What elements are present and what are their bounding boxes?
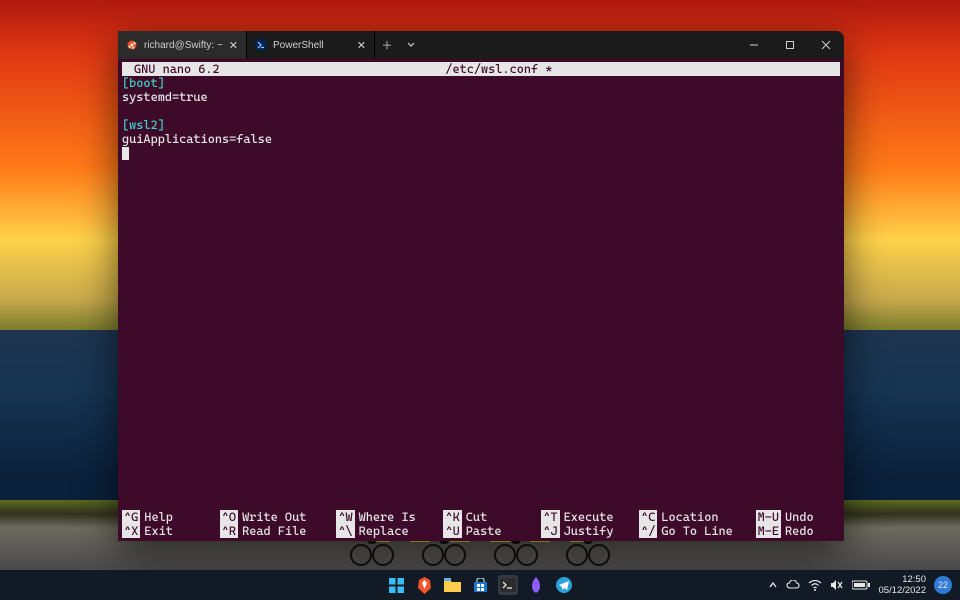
- tab-label: PowerShell: [273, 40, 324, 51]
- shortcut-replace: ^\Replace: [336, 524, 439, 538]
- close-button[interactable]: [808, 31, 844, 59]
- shortcut-paste: ^UPaste: [443, 524, 537, 538]
- battery-icon[interactable]: [852, 580, 870, 590]
- nano-editor[interactable]: [boot] systemd=true [wsl2] guiApplicatio…: [122, 76, 840, 510]
- volume-icon[interactable]: [830, 579, 844, 591]
- shortcut-gotoline: ^/Go To Line: [639, 524, 752, 538]
- shortcut-justify: ^JJustify: [541, 524, 635, 538]
- nano-filename: /etc/wsl.conf *: [445, 62, 838, 76]
- taskbar-center: [386, 575, 574, 595]
- tab-close-icon[interactable]: ✕: [357, 39, 366, 52]
- shortcut-location: ^CLocation: [639, 510, 752, 524]
- time-text: 12:50: [878, 574, 926, 585]
- config-line: systemd=true: [122, 90, 208, 104]
- wifi-icon[interactable]: [808, 580, 822, 591]
- clock[interactable]: 12:50 05/12/2022: [878, 574, 926, 596]
- powershell-icon: [255, 39, 267, 51]
- terminal-window: richard@Swifty: ~ ✕ PowerShell ✕ ＋: [118, 31, 844, 541]
- minimize-button[interactable]: [736, 31, 772, 59]
- ubuntu-icon: [126, 39, 138, 51]
- store-icon[interactable]: [470, 575, 490, 595]
- shortcut-exit: ^XExit: [122, 524, 216, 538]
- shortcut-help: ^GHelp: [122, 510, 216, 524]
- start-button[interactable]: [386, 575, 406, 595]
- system-tray: 12:50 05/12/2022 22: [768, 574, 952, 596]
- window-titlebar[interactable]: richard@Swifty: ~ ✕ PowerShell ✕ ＋: [118, 31, 844, 59]
- ini-section: [wsl2]: [122, 118, 165, 132]
- shortcut-writeout: ^OWrite Out: [220, 510, 333, 524]
- app-icon-purple[interactable]: [526, 575, 546, 595]
- tab-dropdown-button[interactable]: [399, 31, 423, 59]
- nano-header: GNU nano 6.2 /etc/wsl.conf *: [122, 62, 840, 76]
- file-explorer-icon[interactable]: [442, 575, 462, 595]
- tray-chevron-icon[interactable]: [768, 580, 778, 590]
- date-text: 05/12/2022: [878, 585, 926, 596]
- shortcut-execute: ^TExecute: [541, 510, 635, 524]
- new-tab-button[interactable]: ＋: [375, 31, 399, 59]
- cloud-sync-icon[interactable]: [786, 580, 800, 590]
- nano-app-title: GNU nano 6.2: [124, 62, 445, 76]
- shortcut-undo: M-UUndo: [756, 510, 840, 524]
- config-line: guiApplications=false: [122, 132, 272, 146]
- cursor: [122, 147, 129, 160]
- terminal-body[interactable]: GNU nano 6.2 /etc/wsl.conf * [boot] syst…: [118, 59, 844, 541]
- notification-badge[interactable]: 22: [934, 576, 952, 594]
- ini-section: [boot]: [122, 76, 165, 90]
- nano-footer: ^GHelp ^OWrite Out ^WWhere Is ^KCut ^TEx…: [122, 510, 840, 538]
- telegram-icon[interactable]: [554, 575, 574, 595]
- brave-icon[interactable]: [414, 575, 434, 595]
- shortcut-redo: M-ERedo: [756, 524, 840, 538]
- terminal-taskbar-icon[interactable]: [498, 575, 518, 595]
- tab-close-icon[interactable]: ✕: [229, 39, 238, 52]
- shortcut-whereis: ^WWhere Is: [336, 510, 439, 524]
- tab-ubuntu[interactable]: richard@Swifty: ~ ✕: [118, 31, 247, 59]
- desktop: richard@Swifty: ~ ✕ PowerShell ✕ ＋: [0, 0, 960, 600]
- taskbar: 12:50 05/12/2022 22: [0, 570, 960, 600]
- window-controls: [736, 31, 844, 59]
- tab-powershell[interactable]: PowerShell ✕: [247, 31, 375, 59]
- shortcut-readfile: ^RRead File: [220, 524, 333, 538]
- shortcut-cut: ^KCut: [443, 510, 537, 524]
- maximize-button[interactable]: [772, 31, 808, 59]
- tab-label: richard@Swifty: ~: [144, 40, 223, 51]
